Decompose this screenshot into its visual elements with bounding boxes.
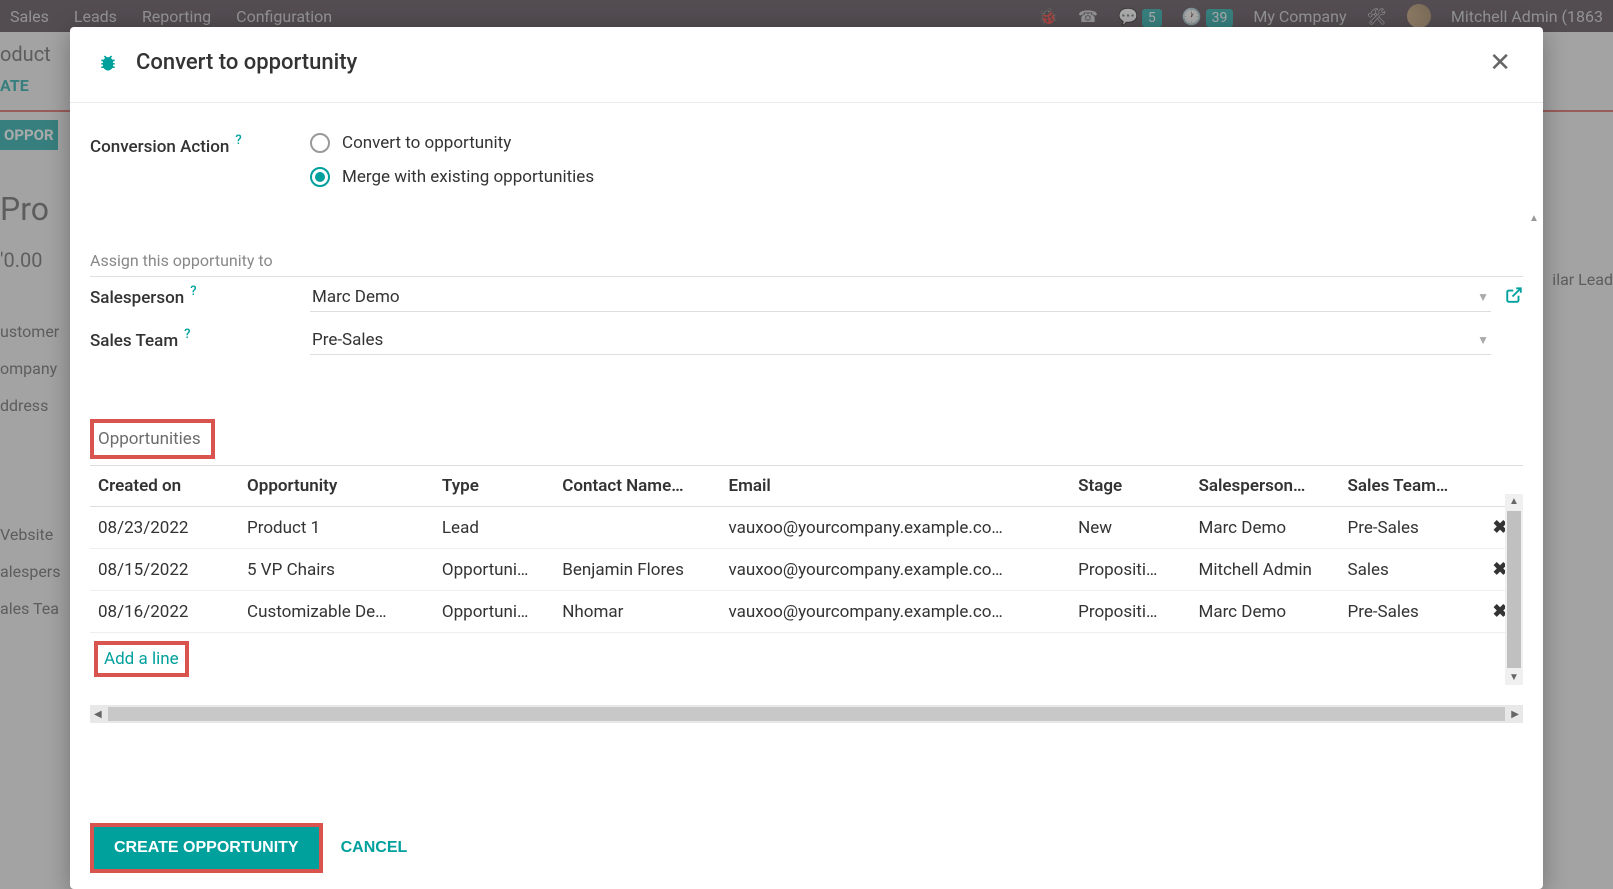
opportunities-section-title: Opportunities xyxy=(94,423,211,455)
table-row[interactable]: 08/15/2022 5 VP Chairs Opportuni… Benjam… xyxy=(90,549,1523,591)
conversion-action-label: Conversion Action ? xyxy=(90,133,310,201)
scroll-thumb[interactable] xyxy=(1507,511,1521,668)
header-created[interactable]: Created on xyxy=(90,466,239,507)
convert-opportunity-modal: Convert to opportunity ✕ ▲ Conversion Ac… xyxy=(70,27,1543,889)
body-scroll-up[interactable]: ▲ xyxy=(1529,213,1539,224)
close-button[interactable]: ✕ xyxy=(1485,47,1515,78)
header-salesperson[interactable]: Salesperson… xyxy=(1190,466,1339,507)
horizontal-scrollbar[interactable]: ◀ ▶ xyxy=(90,705,1523,723)
modal-footer: CREATE OPPORTUNITY CANCEL xyxy=(70,807,1543,889)
salesperson-value: Marc Demo xyxy=(312,287,400,307)
salesperson-select[interactable]: Marc Demo ▼ xyxy=(310,283,1491,312)
scroll-track[interactable] xyxy=(108,707,1506,721)
scroll-up-icon[interactable]: ▲ xyxy=(1507,494,1521,509)
create-opportunity-button[interactable]: CREATE OPPORTUNITY xyxy=(94,827,319,869)
table-vertical-scrollbar[interactable]: ▲ ▼ xyxy=(1505,494,1523,685)
add-line-button[interactable]: Add a line xyxy=(98,645,185,673)
radio-merge[interactable]: Merge with existing opportunities xyxy=(310,167,1523,187)
external-link-icon[interactable] xyxy=(1505,286,1523,309)
header-email[interactable]: Email xyxy=(720,466,1070,507)
chevron-down-icon: ▼ xyxy=(1477,333,1489,347)
modal-body: ▲ Conversion Action ? Convert to opportu… xyxy=(70,103,1543,807)
assign-section-title: Assign this opportunity to xyxy=(90,251,1523,277)
header-contact[interactable]: Contact Name… xyxy=(554,466,720,507)
help-icon[interactable]: ? xyxy=(190,284,196,304)
opportunities-table: Created on Opportunity Type Contact Name… xyxy=(90,466,1523,633)
scroll-right-icon[interactable]: ▶ xyxy=(1507,709,1523,720)
salesperson-label: Salesperson ? xyxy=(90,288,310,308)
scroll-left-icon[interactable]: ◀ xyxy=(90,709,106,720)
salesteam-select[interactable]: Pre-Sales ▼ xyxy=(310,326,1491,355)
bug-icon xyxy=(98,53,118,73)
modal-title: Convert to opportunity xyxy=(136,50,357,75)
radio-convert-label: Convert to opportunity xyxy=(342,133,511,153)
chevron-down-icon: ▼ xyxy=(1477,290,1489,304)
opportunities-table-wrapper: Created on Opportunity Type Contact Name… xyxy=(90,465,1523,685)
header-type[interactable]: Type xyxy=(434,466,554,507)
header-salesteam[interactable]: Sales Team… xyxy=(1340,466,1478,507)
table-row[interactable]: 08/16/2022 Customizable De… Opportuni… N… xyxy=(90,591,1523,633)
help-icon[interactable]: ? xyxy=(235,133,241,148)
cancel-button[interactable]: CANCEL xyxy=(341,839,408,857)
radio-convert[interactable]: Convert to opportunity xyxy=(310,133,1523,153)
radio-circle-unchecked[interactable] xyxy=(310,133,330,153)
header-stage[interactable]: Stage xyxy=(1070,466,1190,507)
scroll-down-icon[interactable]: ▼ xyxy=(1507,670,1521,685)
help-icon[interactable]: ? xyxy=(184,327,190,347)
salesteam-label: Sales Team ? xyxy=(90,331,310,351)
salesteam-value: Pre-Sales xyxy=(312,330,383,350)
table-header-row: Created on Opportunity Type Contact Name… xyxy=(90,466,1523,507)
header-opportunity[interactable]: Opportunity xyxy=(239,466,434,507)
radio-circle-checked[interactable] xyxy=(310,167,330,187)
radio-merge-label: Merge with existing opportunities xyxy=(342,167,594,187)
modal-header: Convert to opportunity ✕ xyxy=(70,27,1543,103)
table-row[interactable]: 08/23/2022 Product 1 Lead vauxoo@yourcom… xyxy=(90,507,1523,549)
